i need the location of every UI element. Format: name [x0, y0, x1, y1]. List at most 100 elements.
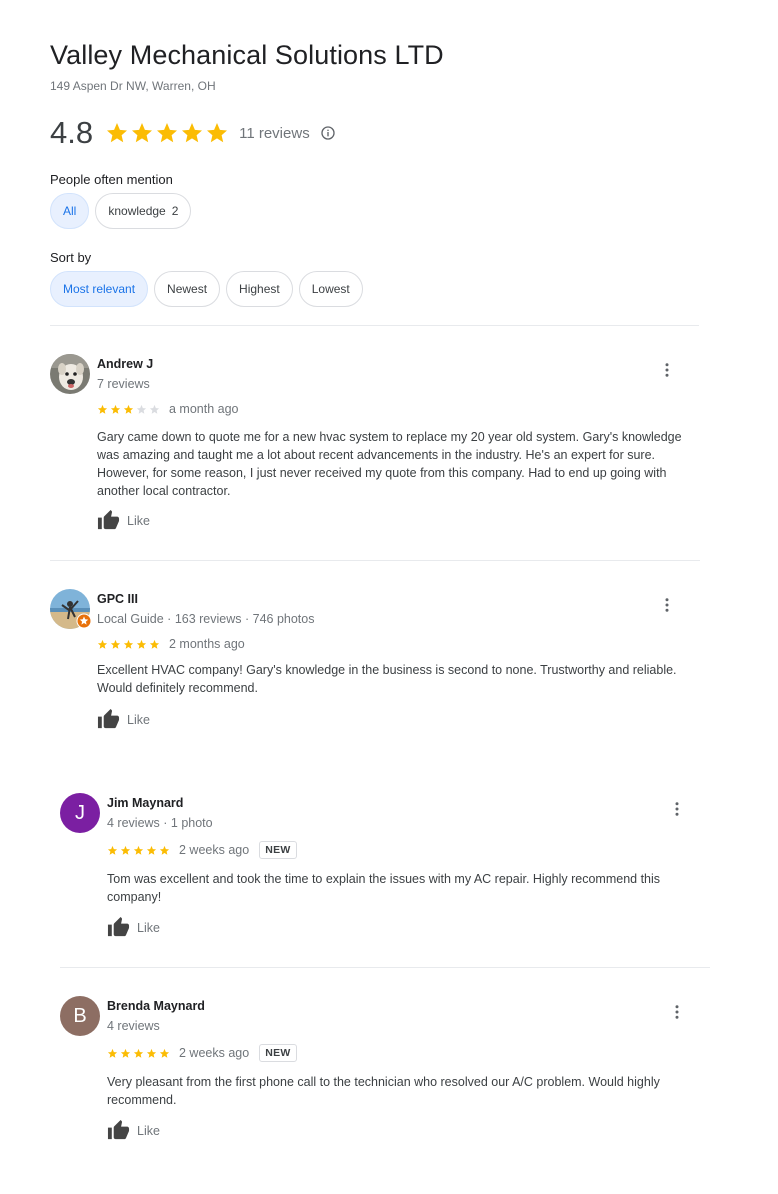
avatar[interactable]	[50, 354, 90, 394]
thumbs-up-icon	[97, 708, 120, 729]
more-vert-icon	[675, 1005, 679, 1019]
reviewer-meta: Local Guide · 163 reviews · 746 photos	[97, 612, 315, 626]
review-stars	[97, 639, 160, 650]
thumbs-up-icon	[107, 916, 130, 937]
mention-chip-all[interactable]: All	[50, 193, 90, 229]
more-options-button[interactable]	[665, 1000, 689, 1024]
star-empty-icon	[136, 404, 147, 414]
divider	[60, 967, 710, 968]
star-filled-icon	[107, 845, 118, 855]
mentions-label: People often mention	[50, 172, 173, 187]
star-filled-icon	[110, 639, 121, 649]
star-filled-icon	[97, 404, 108, 414]
review-count: 11 reviews	[239, 124, 310, 142]
business-name: Valley Mechanical Solutions LTD	[50, 40, 444, 70]
new-badge: NEW	[259, 1044, 297, 1062]
review-text: Gary came down to quote me for a new hva…	[97, 430, 682, 498]
more-options-button[interactable]	[655, 358, 679, 382]
avatar-initial: B	[73, 1004, 87, 1027]
more-vert-icon	[665, 363, 669, 377]
chip-label: knowledge	[108, 204, 166, 218]
chip-label: All	[63, 204, 77, 218]
review-text: Excellent HVAC company! Gary's knowledge…	[97, 663, 677, 695]
sort-label: Sort by	[50, 250, 92, 265]
review-rating: 2 months ago	[97, 637, 245, 651]
star-filled-icon	[136, 639, 147, 649]
rating-value: 4.8	[50, 115, 94, 150]
review-card: GPC III Local Guide · 163 reviews · 746 …	[50, 589, 700, 739]
thumbs-up-icon	[107, 1119, 130, 1140]
reviewer-meta: 4 reviews · 1 photo	[107, 816, 213, 830]
like-label: Like	[137, 1123, 160, 1138]
like-button[interactable]: Like	[107, 1119, 160, 1142]
reviewer-name[interactable]: Brenda Maynard	[107, 999, 205, 1013]
business-address: 149 Aspen Dr NW, Warren, OH	[50, 79, 216, 93]
star-icon	[207, 123, 228, 143]
sort-chip-highest[interactable]: Highest	[226, 271, 293, 307]
divider	[50, 560, 700, 561]
star-filled-icon	[120, 1048, 131, 1058]
like-button[interactable]: Like	[107, 916, 160, 939]
review-rating: a month ago	[97, 402, 239, 416]
reviewer-meta: 4 reviews	[107, 1019, 160, 1033]
mention-chip-knowledge[interactable]: knowledge 2	[95, 193, 192, 229]
chip-count: 2	[171, 204, 179, 218]
review-stars	[107, 845, 170, 856]
review-date: 2 weeks ago	[179, 843, 250, 857]
star-filled-icon	[110, 404, 121, 414]
more-vert-icon	[675, 802, 679, 816]
star-filled-icon	[133, 1048, 144, 1058]
chip-label: Lowest	[311, 282, 350, 296]
like-button[interactable]: Like	[97, 708, 150, 731]
review-card: Andrew J 7 reviews a month ago Gary came…	[50, 354, 700, 544]
star-filled-icon	[123, 404, 134, 414]
avatar[interactable]: J	[60, 793, 100, 833]
rating-summary: 4.8 11 reviews	[50, 114, 336, 152]
review-stars	[97, 404, 160, 415]
star-empty-icon	[149, 404, 160, 414]
review-card: J Jim Maynard 4 reviews · 1 photo 2 week…	[60, 793, 710, 943]
star-icon	[107, 123, 128, 143]
star-filled-icon	[120, 845, 131, 855]
avatar[interactable]: B	[60, 996, 100, 1036]
thumbs-up-icon	[97, 509, 120, 530]
review-card: B Brenda Maynard 4 reviews 2 weeks ago N…	[60, 996, 710, 1146]
avatar-initial: J	[75, 801, 85, 824]
like-label: Like	[127, 513, 150, 528]
reviewer-name[interactable]: Andrew J	[97, 357, 153, 371]
review-date: a month ago	[169, 402, 239, 416]
like-label: Like	[137, 920, 160, 935]
review-stars	[107, 1048, 170, 1059]
star-filled-icon	[146, 845, 157, 855]
star-icon	[182, 123, 203, 143]
sort-chip-newest[interactable]: Newest	[154, 271, 221, 307]
review-rating: 2 weeks ago NEW	[107, 841, 297, 859]
reviewer-name[interactable]: GPC III	[97, 592, 138, 606]
review-text: Very pleasant from the first phone call …	[107, 1075, 660, 1107]
review-date: 2 months ago	[169, 637, 245, 651]
sort-chip-most-relevant[interactable]: Most relevant	[50, 271, 149, 307]
star-filled-icon	[107, 1048, 118, 1058]
review-rating: 2 weeks ago NEW	[107, 1044, 297, 1062]
divider	[50, 325, 699, 326]
star-filled-icon	[146, 1048, 157, 1058]
star-filled-icon	[133, 845, 144, 855]
review-date: 2 weeks ago	[179, 1046, 250, 1060]
sort-chips: Most relevant Newest Highest Lowest	[50, 271, 363, 307]
new-badge: NEW	[259, 841, 297, 859]
review-text: Tom was excellent and took the time to e…	[107, 872, 661, 904]
reviewer-name[interactable]: Jim Maynard	[107, 796, 183, 810]
more-options-button[interactable]	[665, 797, 689, 821]
chip-label: Most relevant	[63, 282, 136, 296]
star-filled-icon	[123, 639, 134, 649]
rating-stars	[105, 121, 229, 145]
chip-label: Highest	[239, 282, 280, 296]
dog-photo-icon	[50, 354, 90, 394]
like-label: Like	[127, 712, 150, 727]
info-icon[interactable]	[320, 125, 336, 141]
sort-chip-lowest[interactable]: Lowest	[298, 271, 363, 307]
star-icon	[157, 123, 178, 143]
more-options-button[interactable]	[655, 593, 679, 617]
mentions-chips: All knowledge 2	[50, 193, 192, 229]
like-button[interactable]: Like	[97, 509, 150, 532]
